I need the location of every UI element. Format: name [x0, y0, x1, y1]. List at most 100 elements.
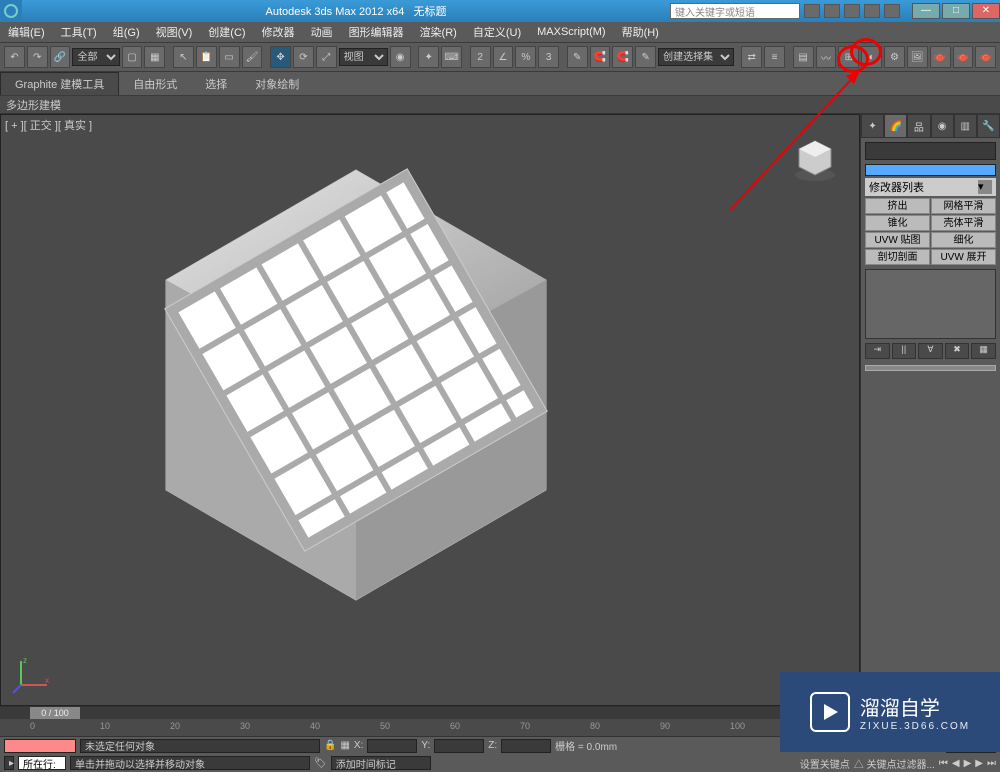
- maxscript-mini-listener[interactable]: [4, 739, 76, 753]
- redo-icon[interactable]: ↷: [27, 46, 48, 68]
- rotate-icon[interactable]: ⟳: [293, 46, 314, 68]
- snap-toggle-icon[interactable]: 🧲: [590, 46, 611, 68]
- help-search-input[interactable]: 键入关键字或短语: [670, 3, 800, 19]
- render-last-icon[interactable]: 🫖: [975, 46, 996, 68]
- align-icon[interactable]: ≡: [764, 46, 785, 68]
- link-icon[interactable]: 🔗: [50, 46, 71, 68]
- rollout-divider[interactable]: [865, 365, 996, 371]
- menu-maxscript[interactable]: MAXScript(M): [529, 26, 613, 38]
- menu-rendering[interactable]: 渲染(R): [412, 24, 465, 40]
- mod-unwrap-button[interactable]: UVW 展开: [931, 249, 996, 265]
- mod-uvwmap-button[interactable]: UVW 贴图: [865, 232, 930, 248]
- curve-editor-icon[interactable]: 〰: [816, 46, 837, 68]
- menu-modifiers[interactable]: 修改器: [254, 24, 303, 40]
- tab-display-icon[interactable]: ▥: [954, 114, 977, 138]
- move-icon[interactable]: ✥: [270, 46, 291, 68]
- infocenter-icon[interactable]: [804, 4, 820, 18]
- percent-snap-icon[interactable]: ✎: [635, 46, 656, 68]
- menu-customize[interactable]: 自定义(U): [465, 24, 529, 40]
- mod-extrude-button[interactable]: 挤出: [865, 198, 930, 214]
- keyboard-shortcut-icon[interactable]: ⌨: [441, 46, 462, 68]
- favorites-icon[interactable]: [864, 4, 880, 18]
- app-logo-icon[interactable]: [0, 0, 22, 22]
- absolute-mode-icon[interactable]: ▦: [340, 740, 349, 751]
- viewcube-icon[interactable]: [791, 135, 839, 183]
- time-slider-handle[interactable]: 0 / 100: [30, 707, 80, 719]
- x-coord-field[interactable]: [367, 739, 417, 753]
- mod-shell-button[interactable]: 壳体平滑: [931, 215, 996, 231]
- time-tag-icon[interactable]: 🏷: [314, 758, 327, 769]
- maximize-button[interactable]: □: [942, 3, 970, 19]
- render-setup-icon[interactable]: ⚙: [884, 46, 905, 68]
- rendered-frame-icon[interactable]: 🖼: [907, 46, 928, 68]
- lock-selection-icon[interactable]: 🔒: [324, 740, 336, 751]
- modifier-list-dropdown[interactable]: 修改器列表▾: [865, 178, 996, 196]
- script-toggle-icon[interactable]: ▸: [4, 756, 14, 770]
- tab-graphite[interactable]: Graphite 建模工具: [0, 72, 119, 95]
- scale-icon[interactable]: ⤢: [316, 46, 337, 68]
- y-coord-field[interactable]: [434, 739, 484, 753]
- goto-start-icon[interactable]: ⏮: [939, 758, 948, 769]
- named-selection-sets[interactable]: 创建选择集: [658, 48, 733, 66]
- subscription-icon[interactable]: [824, 4, 840, 18]
- render-production-icon[interactable]: 🫖: [930, 46, 951, 68]
- render-iterative-icon[interactable]: 🫖: [953, 46, 974, 68]
- snap-2d-icon[interactable]: 2: [470, 46, 491, 68]
- tab-utilities-icon[interactable]: 🔧: [977, 114, 1000, 138]
- schematic-view-icon[interactable]: ⊞: [838, 46, 859, 68]
- select-object-icon[interactable]: ↖: [173, 46, 194, 68]
- show-end-icon[interactable]: ||: [892, 343, 917, 359]
- prev-frame-icon[interactable]: ◀: [952, 758, 960, 769]
- menu-create[interactable]: 创建(C): [200, 24, 253, 40]
- menu-tools[interactable]: 工具(T): [53, 24, 105, 40]
- named-sel-edit-icon[interactable]: ✎: [567, 46, 588, 68]
- menu-edit[interactable]: 编辑(E): [0, 24, 53, 40]
- ref-coord-system[interactable]: 视图: [339, 48, 388, 66]
- menu-group[interactable]: 组(G): [105, 24, 148, 40]
- angle-snap-icon[interactable]: 🧲: [612, 46, 633, 68]
- tab-motion-icon[interactable]: ◉: [931, 114, 954, 138]
- add-time-tag[interactable]: 添加时间标记: [331, 756, 431, 770]
- remove-mod-icon[interactable]: ✖: [945, 343, 970, 359]
- configure-sets-icon[interactable]: ▦: [971, 343, 996, 359]
- key-filters-button[interactable]: △ 关键点过滤器...: [854, 756, 935, 771]
- undo-icon[interactable]: ↶: [4, 46, 25, 68]
- close-button[interactable]: ✕: [972, 3, 1000, 19]
- select-rect-icon[interactable]: ▭: [219, 46, 240, 68]
- spinner-snap-icon[interactable]: 3: [538, 46, 559, 68]
- snap-percent-icon[interactable]: %: [515, 46, 536, 68]
- tab-create-icon[interactable]: ✦: [861, 114, 884, 138]
- mod-meshsmooth-button[interactable]: 网格平滑: [931, 198, 996, 214]
- tab-selection[interactable]: 选择: [191, 73, 241, 95]
- menu-animation[interactable]: 动画: [303, 24, 341, 40]
- setkey-button[interactable]: 设置关键点: [800, 756, 850, 771]
- menu-graph-editors[interactable]: 图形编辑器: [341, 24, 412, 40]
- play-icon[interactable]: ▶: [964, 758, 972, 769]
- goto-end-icon[interactable]: ⏭: [987, 758, 996, 769]
- tab-freeform[interactable]: 自由形式: [119, 73, 191, 95]
- use-center-icon[interactable]: ◉: [390, 46, 411, 68]
- mod-taper-button[interactable]: 锥化: [865, 215, 930, 231]
- manipulate-icon[interactable]: ✦: [418, 46, 439, 68]
- material-editor-icon[interactable]: ◐: [861, 46, 882, 68]
- paint-select-icon[interactable]: 🖌: [242, 46, 263, 68]
- z-coord-field[interactable]: [501, 739, 551, 753]
- exchange-icon[interactable]: [844, 4, 860, 18]
- menu-views[interactable]: 视图(V): [148, 24, 201, 40]
- select-name-icon[interactable]: 📋: [196, 46, 217, 68]
- viewport[interactable]: [ + ][ 正交 ][ 真实 ]: [0, 114, 860, 706]
- snap-angle-icon[interactable]: ∠: [493, 46, 514, 68]
- mod-slice-button[interactable]: 剖切剖面: [865, 249, 930, 265]
- viewport-label[interactable]: [ + ][ 正交 ][ 真实 ]: [5, 117, 92, 133]
- minimize-button[interactable]: —: [912, 3, 940, 19]
- pin-stack-icon[interactable]: ⇥: [865, 343, 890, 359]
- help-icon[interactable]: [884, 4, 900, 18]
- tab-modify-icon[interactable]: 🌈: [884, 114, 907, 138]
- tab-object-paint[interactable]: 对象绘制: [241, 73, 313, 95]
- menu-help[interactable]: 帮助(H): [614, 24, 667, 40]
- mirror-icon[interactable]: ⇄: [741, 46, 762, 68]
- layers-icon[interactable]: ▤: [793, 46, 814, 68]
- make-unique-icon[interactable]: ∀: [918, 343, 943, 359]
- selection-filter[interactable]: 全部: [72, 48, 119, 66]
- mod-tessellate-button[interactable]: 细化: [931, 232, 996, 248]
